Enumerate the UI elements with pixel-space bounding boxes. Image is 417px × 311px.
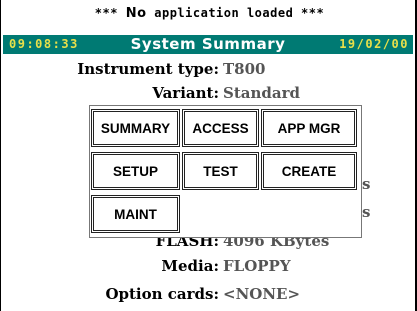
option-cards-row: Option cards: xyxy=(1,285,219,307)
menu-setup-button[interactable]: SETUP xyxy=(91,152,180,190)
hidden-row-fragment-2: s xyxy=(362,203,382,225)
menu-maint-button[interactable]: MAINT xyxy=(91,195,180,233)
instrument-screen: *** No application loaded *** 09:08:33 S… xyxy=(0,0,417,311)
status-message: *** No application loaded *** xyxy=(1,6,417,26)
media-value: FLOPPY xyxy=(223,257,291,275)
variant-value: Standard xyxy=(223,84,300,102)
menu-create-button[interactable]: CREATE xyxy=(261,152,357,190)
menu-summary-button[interactable]: SUMMARY xyxy=(91,109,180,147)
instrument-type-value: T800 xyxy=(223,60,266,78)
variant-label: Variant: xyxy=(152,84,219,102)
variant-row: Variant: xyxy=(1,84,219,106)
main-menu-popup: SUMMARY ACCESS APP MGR SETUP TEST CREATE… xyxy=(89,105,362,238)
clock-date: 19/02/00 xyxy=(339,37,409,51)
media-value-row: FLOPPY xyxy=(223,257,403,279)
menu-app-mgr-button[interactable]: APP MGR xyxy=(261,109,357,147)
option-cards-value-row: <NONE> xyxy=(223,285,403,307)
hidden-value-fragment-2: s xyxy=(362,203,371,221)
hidden-value-fragment-1: s xyxy=(362,175,371,193)
variant-value-row: Standard xyxy=(223,84,403,106)
status-text: application loaded xyxy=(154,6,294,20)
option-cards-value: <NONE> xyxy=(223,285,301,303)
instrument-type-row: Instrument type: xyxy=(1,60,219,82)
status-suffix: *** xyxy=(301,6,325,20)
title-bar: 09:08:33 System Summary 19/02/00 xyxy=(3,35,413,54)
status-prefix: *** xyxy=(94,6,118,20)
menu-test-button[interactable]: TEST xyxy=(182,152,259,190)
hidden-row-fragment-1: s xyxy=(362,175,382,197)
instrument-type-label: Instrument type: xyxy=(77,60,219,78)
status-highlight: No xyxy=(125,6,147,21)
media-label: Media: xyxy=(161,257,219,275)
menu-access-button[interactable]: ACCESS xyxy=(182,109,259,147)
option-cards-label: Option cards: xyxy=(105,285,219,303)
instrument-type-value-row: T800 xyxy=(223,60,403,82)
media-row: Media: xyxy=(1,257,219,279)
